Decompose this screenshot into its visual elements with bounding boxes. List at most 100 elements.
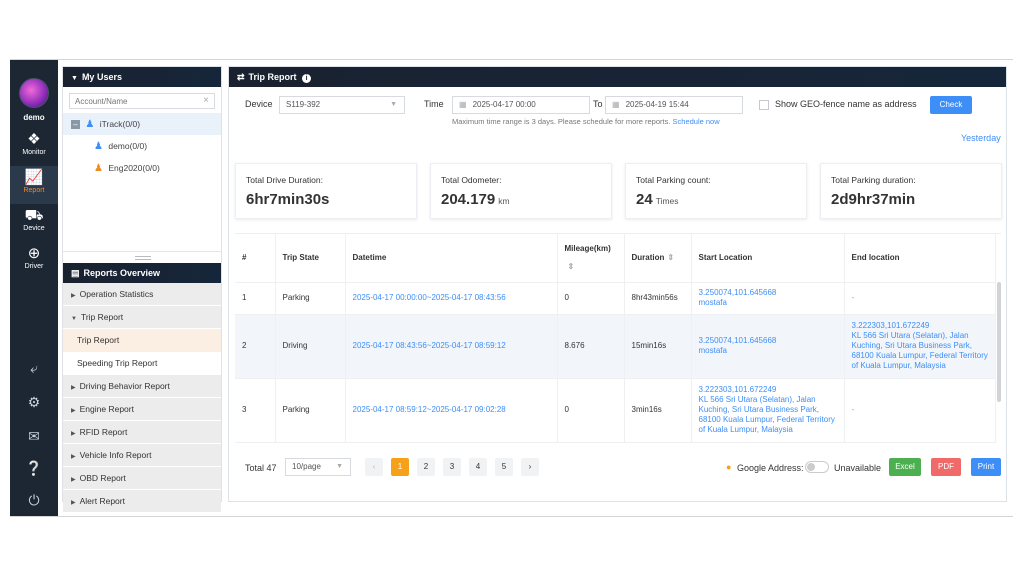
avatar[interactable] bbox=[19, 78, 49, 108]
cell-datetime[interactable]: 2025-04-17 00:00:00~2025-04-17 08:43:56 bbox=[345, 282, 558, 315]
col-header-label: Mileage(km) bbox=[564, 244, 611, 254]
check-button[interactable]: Check bbox=[930, 96, 972, 114]
search-input[interactable] bbox=[70, 94, 214, 108]
sort-icon[interactable]: ⇕ bbox=[568, 262, 575, 271]
collapse-icon[interactable]: – bbox=[71, 120, 80, 130]
menu-trip-report[interactable]: ▼ Trip Report bbox=[63, 306, 221, 329]
help-icon[interactable]: ❔ bbox=[10, 460, 58, 477]
cell-duration: 3min16s bbox=[624, 378, 692, 443]
clear-icon[interactable]: × bbox=[203, 95, 209, 106]
cell-datetime[interactable]: 2025-04-17 08:59:12~2025-04-17 09:02:28 bbox=[345, 378, 558, 443]
start-address: mostafa bbox=[698, 346, 727, 355]
cell-datetime[interactable]: 2025-04-17 08:43:56~2025-04-17 08:59:12 bbox=[345, 314, 558, 379]
caret-down-icon: ▼ bbox=[71, 75, 78, 82]
menu-operation-statistics[interactable]: ▶ Operation Statistics bbox=[63, 283, 221, 306]
menu-label: Alert Report bbox=[79, 496, 125, 506]
cell-start-location[interactable]: 3.250074,101.645668 mostafa bbox=[691, 314, 845, 379]
pdf-button[interactable]: PDF bbox=[931, 458, 961, 476]
menu-driving-behavior-report[interactable]: ▶ Driving Behavior Report bbox=[63, 375, 221, 398]
tree-item-eng2020[interactable]: ♟ Eng2020(0/0) bbox=[63, 157, 221, 179]
trip-report-header: ⇄ Trip Report i bbox=[229, 67, 1006, 87]
power-icon[interactable]: ⏻ bbox=[10, 492, 58, 509]
stat-card-parking-count: Total Parking count: 24 Times bbox=[625, 163, 807, 219]
page-button[interactable]: 4 bbox=[469, 458, 487, 476]
page-button[interactable]: 3 bbox=[443, 458, 461, 476]
col-header-label: Duration bbox=[631, 253, 665, 263]
time-to-input[interactable]: ▦ 2025-04-19 15:44 bbox=[605, 96, 743, 114]
page-size-value: 10/page bbox=[292, 462, 321, 471]
cell-duration: 15min16s bbox=[624, 314, 692, 379]
col-header-duration[interactable]: Duration ⇕ bbox=[624, 234, 692, 283]
cell-end-location[interactable]: 3.222303,101.672249 KL 566 Sri Utara (Se… bbox=[844, 314, 996, 379]
table-row: 2 Driving 2025-04-17 08:43:56~2025-04-17… bbox=[235, 314, 996, 379]
chevron-down-icon: ▼ bbox=[390, 101, 397, 108]
table-row: 3 Parking 2025-04-17 08:59:12~2025-04-17… bbox=[235, 378, 996, 443]
start-coords: 3.250074,101.645668 bbox=[698, 336, 777, 345]
google-address-toggle[interactable] bbox=[805, 461, 829, 473]
sort-icon[interactable]: ⇕ bbox=[667, 253, 674, 262]
yesterday-link[interactable]: Yesterday bbox=[961, 133, 1001, 143]
menu-obd-report[interactable]: ▶ OBD Report bbox=[63, 467, 221, 490]
stat-unit: km bbox=[498, 196, 510, 206]
chart-icon: 📈 bbox=[24, 169, 44, 186]
stat-title: Total Odometer: bbox=[441, 175, 502, 185]
menu-engine-report[interactable]: ▶ Engine Report bbox=[63, 398, 221, 421]
print-button[interactable]: Print bbox=[971, 458, 1001, 476]
nav-monitor[interactable]: ❖ Monitor bbox=[10, 128, 58, 166]
geofence-label: Show GEO-fence name as address bbox=[775, 99, 917, 109]
page-title: Trip Report bbox=[248, 72, 297, 82]
chart-icon: ▤ bbox=[71, 268, 80, 278]
caret-right-icon: ▶ bbox=[71, 454, 76, 460]
page-size-select[interactable]: 10/page ▼ bbox=[285, 458, 351, 476]
nav-report[interactable]: 📈 Report bbox=[10, 166, 58, 204]
panel-splitter[interactable] bbox=[63, 251, 221, 263]
tree-item-demo[interactable]: ♟ demo(0/0) bbox=[63, 135, 221, 157]
submenu-trip-report[interactable]: Trip Report bbox=[63, 329, 221, 352]
cell-state: Parking bbox=[275, 378, 346, 443]
menu-rfid-report[interactable]: ▶ RFID Report bbox=[63, 421, 221, 444]
menu-vehicle-info-report[interactable]: ▶ Vehicle Info Report bbox=[63, 444, 221, 467]
excel-button[interactable]: Excel bbox=[889, 458, 921, 476]
account-search[interactable]: × bbox=[69, 93, 215, 109]
stat-title: Total Parking duration: bbox=[831, 175, 916, 185]
nav-driver[interactable]: ⊕ Driver bbox=[10, 242, 58, 280]
stat-number: 204.179 bbox=[441, 191, 496, 208]
gear-icon[interactable]: ⚙ bbox=[10, 394, 58, 411]
cell-end-location: - bbox=[844, 378, 996, 443]
mail-icon[interactable]: ✉ bbox=[10, 428, 58, 445]
reports-overview-header[interactable]: ▤ Reports Overview bbox=[63, 263, 221, 283]
col-header-end-location: End location bbox=[844, 234, 996, 283]
nav-device-label: Device bbox=[23, 225, 45, 232]
table-scrollbar[interactable] bbox=[997, 282, 1001, 402]
note-text: Maximum time range is 3 days. Please sch… bbox=[452, 117, 671, 126]
divider bbox=[10, 516, 1013, 517]
chevron-down-icon: ▼ bbox=[336, 463, 343, 470]
info-icon[interactable]: i bbox=[302, 74, 312, 83]
tree-item-itrack[interactable]: – ♟ iTrack(0/0) bbox=[63, 113, 221, 135]
col-header-mileage[interactable]: Mileage(km) ⇕ bbox=[557, 234, 625, 283]
back-icon[interactable]: ⤶ bbox=[10, 360, 58, 377]
next-page-button[interactable]: › bbox=[521, 458, 539, 476]
nav-device[interactable]: ⛟ Device bbox=[10, 204, 58, 242]
submenu-speeding-trip-report[interactable]: Speeding Trip Report bbox=[63, 352, 221, 375]
prev-page-button[interactable]: ‹ bbox=[365, 458, 383, 476]
cell-start-location[interactable]: 3.250074,101.645668 mostafa bbox=[691, 282, 845, 315]
cell-start-location[interactable]: 3.222303,101.672249 KL 566 Sri Utara (Sel… bbox=[691, 378, 845, 443]
schedule-link[interactable]: Schedule now bbox=[673, 117, 720, 126]
geofence-checkbox[interactable] bbox=[759, 100, 769, 110]
start-address: KL 566 Sri Utara (Selatan), Jalan Kuchin… bbox=[698, 395, 835, 434]
caret-right-icon: ▶ bbox=[71, 293, 76, 299]
menu-alert-report[interactable]: ▶ Alert Report bbox=[63, 490, 221, 513]
page-button[interactable]: 5 bbox=[495, 458, 513, 476]
time-from-input[interactable]: ▦ 2025-04-17 00:00 bbox=[452, 96, 590, 114]
compass-icon: ❖ bbox=[27, 131, 41, 148]
col-header-index: # bbox=[235, 234, 276, 283]
page-button[interactable]: 2 bbox=[417, 458, 435, 476]
cell-state: Parking bbox=[275, 282, 346, 315]
start-coords: 3.250074,101.645668 bbox=[698, 288, 777, 297]
cell-mileage: 8.676 bbox=[557, 314, 625, 379]
time-label: Time bbox=[424, 99, 444, 109]
my-users-header[interactable]: ▼ My Users bbox=[63, 67, 221, 87]
device-select[interactable]: S119-392 ▼ bbox=[279, 96, 405, 114]
page-button[interactable]: 1 bbox=[391, 458, 409, 476]
